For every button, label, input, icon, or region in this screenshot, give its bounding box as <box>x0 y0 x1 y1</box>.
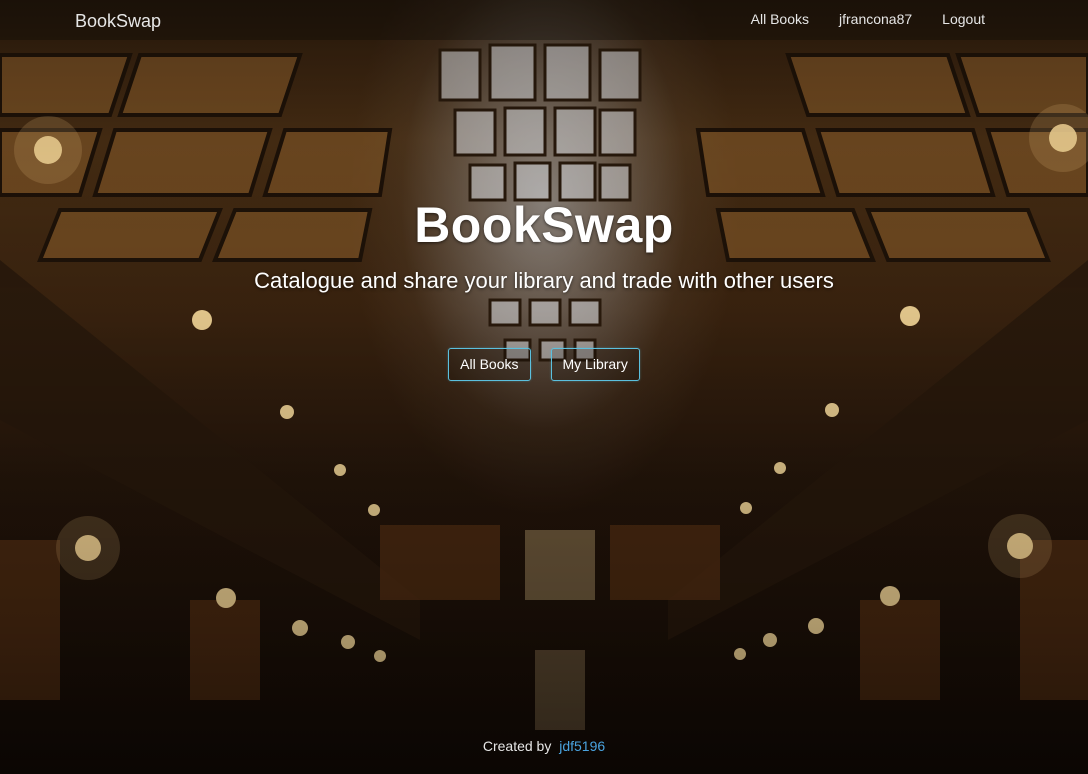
background-library-photo <box>0 0 1088 774</box>
top-navbar: BookSwap All Books jfrancona87 Logout <box>0 0 1088 40</box>
all-books-button[interactable]: All Books <box>448 348 531 381</box>
background-dark-overlay <box>0 0 1088 774</box>
nav-link-all-books[interactable]: All Books <box>736 11 824 27</box>
footer: Created by jdf5196 <box>0 738 1088 754</box>
nav-links: All Books jfrancona87 Logout <box>736 11 1000 27</box>
nav-link-username[interactable]: jfrancona87 <box>824 11 927 27</box>
nav-link-logout[interactable]: Logout <box>927 11 1000 27</box>
footer-author-link[interactable]: jdf5196 <box>559 738 605 754</box>
hero-subtitle: Catalogue and share your library and tra… <box>254 268 834 293</box>
hero-title: BookSwap <box>414 197 674 253</box>
footer-created-by-text: Created by <box>482 738 552 754</box>
my-library-button[interactable]: My Library <box>550 348 640 381</box>
brand-link[interactable]: BookSwap <box>75 11 161 32</box>
hero-button-row: All Books My Library <box>0 348 1088 381</box>
